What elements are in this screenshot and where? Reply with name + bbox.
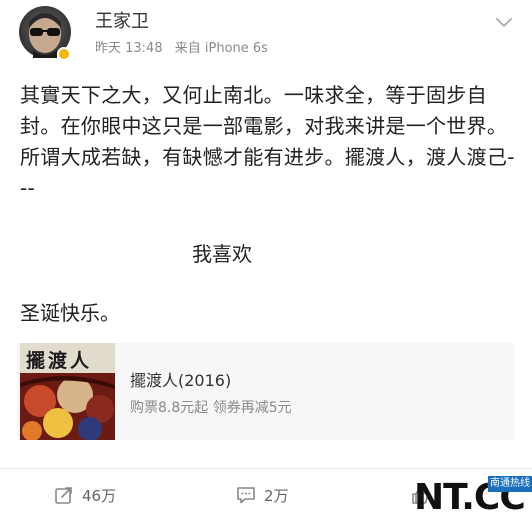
post-center-line: 我喜欢 <box>192 242 252 266</box>
chevron-down-icon[interactable] <box>493 14 515 30</box>
watermark-tag: 南通热线 <box>488 476 532 492</box>
repost-button[interactable]: 46万 <box>54 469 116 521</box>
movie-title: 擺渡人(2016) <box>130 371 232 390</box>
verified-badge-icon <box>57 47 71 61</box>
movie-poster[interactable]: 擺渡人 <box>20 343 115 440</box>
weibo-post-card: 王家卫 昨天 13:48 来自 iPhone 6s 其實天下之大，又何止南北。一… <box>0 0 532 469</box>
comment-count: 2万 <box>264 486 289 505</box>
movie-promo: 购票8.8元起 领券再减5元 <box>130 400 292 416</box>
movie-link-card[interactable]: 擺渡人 擺渡人(2016) 购票8.8元起 领券再减5元 <box>17 343 514 440</box>
username[interactable]: 王家卫 <box>95 11 149 33</box>
site-watermark: NT.CC 南通热线 <box>414 474 532 521</box>
comment-icon <box>237 487 255 504</box>
post-source[interactable]: 来自 iPhone 6s <box>175 41 268 56</box>
post-paragraph: 其實天下之大，又何止南北。一味求全，等于固步自封。在你眼中这只是一部電影，对我来… <box>20 83 515 200</box>
post-closing: 圣诞快乐。 <box>20 301 120 325</box>
comment-button[interactable]: 2万 <box>236 469 289 521</box>
repost-icon <box>55 487 72 504</box>
post-meta: 昨天 13:48 来自 iPhone 6s <box>95 40 276 58</box>
poster-title: 擺渡人 <box>26 350 93 372</box>
repost-count: 46万 <box>82 486 117 505</box>
post-time: 昨天 13:48 <box>95 41 163 56</box>
